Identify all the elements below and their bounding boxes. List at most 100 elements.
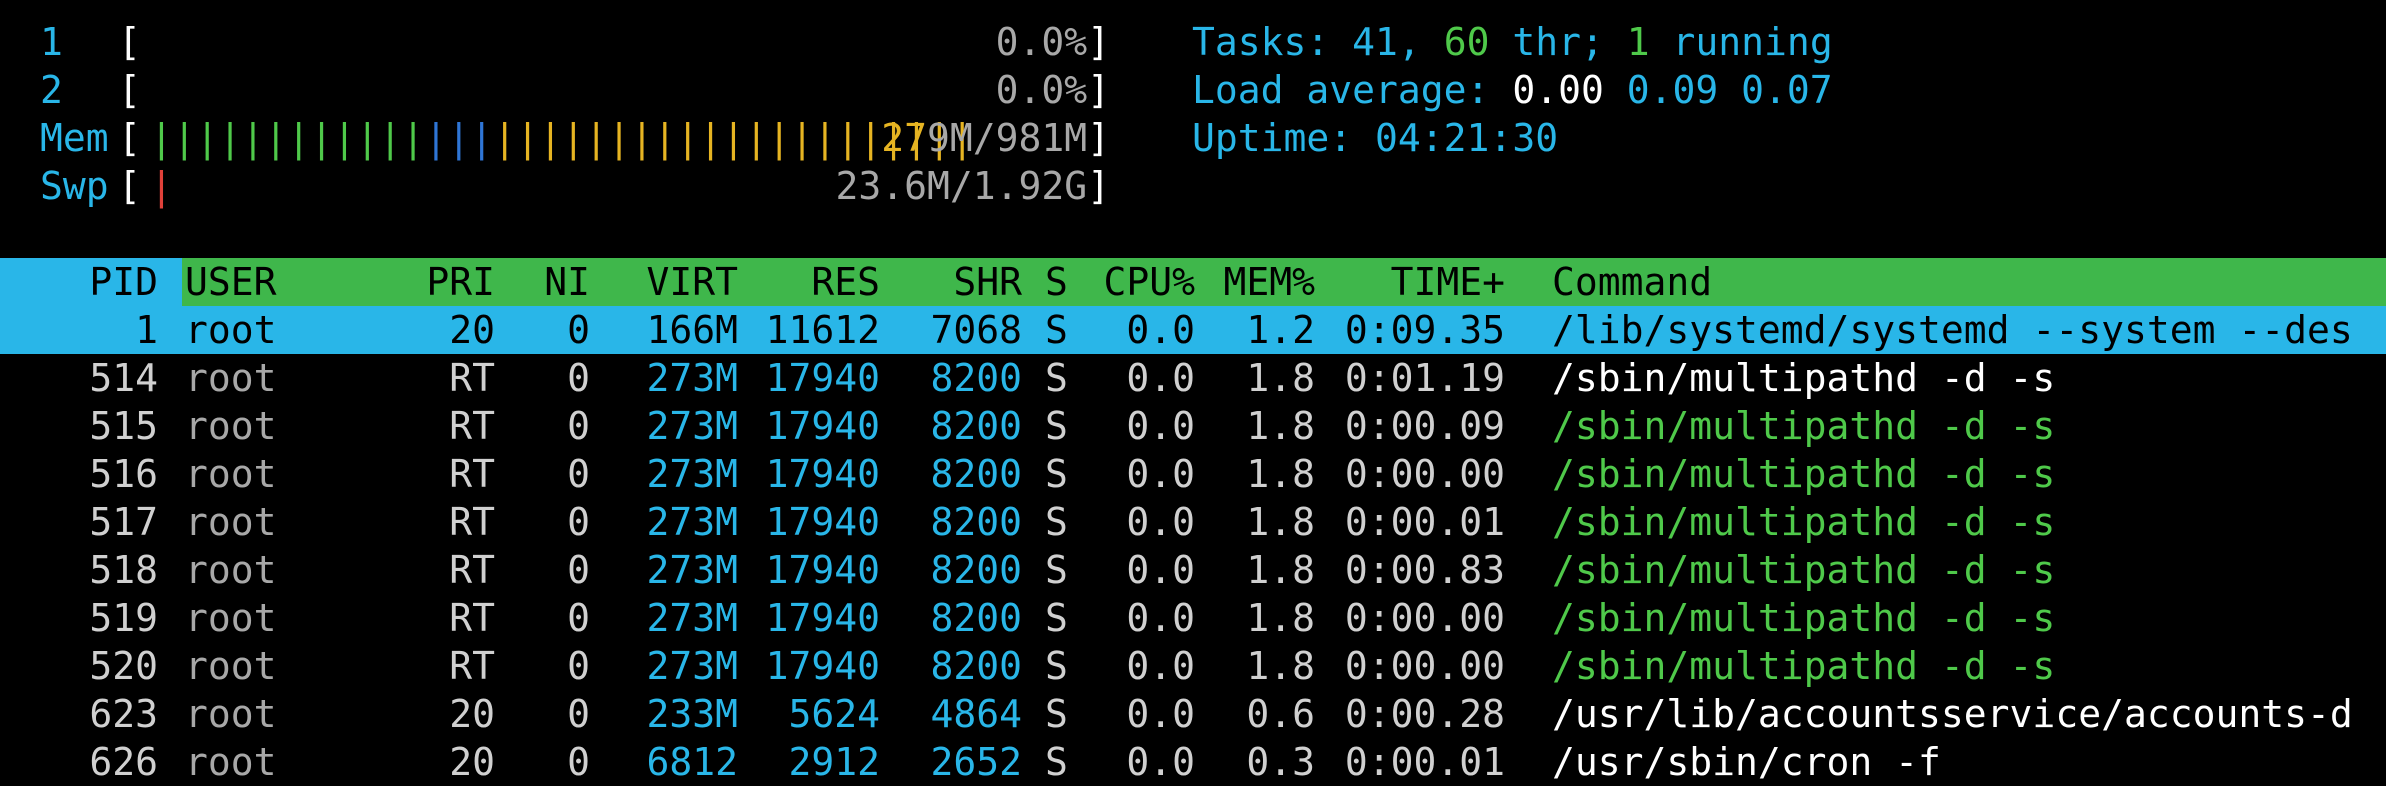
col-command[interactable]: Command: [1552, 258, 1712, 306]
col-ni[interactable]: NI: [500, 258, 590, 306]
row-virt: 273M: [646, 452, 738, 496]
row-res: 17940: [765, 500, 880, 544]
row-shr: 8200: [930, 500, 1022, 544]
row-user: root: [185, 500, 277, 544]
row-cpu: 0.0: [1126, 692, 1195, 736]
cpu2-value: 0.0%]: [995, 68, 1110, 112]
row-res: 17940: [765, 596, 880, 640]
row-shr: 8200: [930, 644, 1022, 688]
row-pid: 515: [89, 404, 158, 448]
row-virt: 6812: [646, 740, 738, 784]
process-row[interactable]: 623 root 20 0 233M 5624 4864 S 0.0 0.6 0…: [0, 690, 2386, 738]
row-time: 0:01.19: [1344, 356, 1505, 400]
process-row[interactable]: 519 root RT 0 273M 17940 8200 S 0.0 1.8 …: [0, 594, 2386, 642]
col-time[interactable]: TIME+: [1320, 258, 1505, 306]
col-state[interactable]: S: [1045, 258, 1068, 306]
row-time: 0:00.01: [1344, 740, 1505, 784]
process-row[interactable]: 626 root 20 0 6812 2912 2652 S 0.0 0.3 0…: [0, 738, 2386, 786]
row-time: 0:00.09: [1344, 404, 1505, 448]
row-pri: RT: [449, 452, 495, 496]
row-shr: 2652: [930, 740, 1022, 784]
row-shr: 4864: [930, 692, 1022, 736]
meter-bracket-open: [: [118, 116, 141, 160]
row-state: S: [1045, 452, 1068, 496]
row-ni: 0: [567, 548, 590, 592]
mem-bars: ||||||||||||||||||||||||||||||||||||: [150, 116, 974, 160]
row-time: 0:00.00: [1344, 596, 1505, 640]
mem-label: Mem: [40, 116, 109, 160]
process-row[interactable]: 516 root RT 0 273M 17940 8200 S 0.0 1.8 …: [0, 450, 2386, 498]
row-shr: 7068: [930, 308, 1022, 352]
col-shr[interactable]: SHR: [880, 258, 1022, 306]
row-time: 0:09.35: [1344, 308, 1505, 352]
row-pri: RT: [449, 596, 495, 640]
row-res: 5624: [788, 692, 880, 736]
row-pri: RT: [449, 644, 495, 688]
process-row[interactable]: 518 root RT 0 273M 17940 8200 S 0.0 1.8 …: [0, 546, 2386, 594]
col-pid[interactable]: PID: [0, 258, 158, 306]
row-pid: 520: [89, 644, 158, 688]
process-row[interactable]: 514 root RT 0 273M 17940 8200 S 0.0 1.8 …: [0, 354, 2386, 402]
col-user[interactable]: USER: [185, 258, 277, 306]
row-cpu: 0.0: [1126, 452, 1195, 496]
process-row-selected[interactable]: 1 root 20 0 166M 11612 7068 S 0.0 1.2 0:…: [0, 306, 2386, 354]
process-row[interactable]: 515 root RT 0 273M 17940 8200 S 0.0 1.8 …: [0, 402, 2386, 450]
row-virt: 166M: [646, 308, 738, 352]
row-user: root: [185, 740, 277, 784]
col-mem[interactable]: MEM%: [1200, 258, 1315, 306]
row-command: /usr/sbin/cron -f: [1552, 740, 1941, 784]
row-res: 17940: [765, 644, 880, 688]
row-command: /lib/systemd/systemd --system --des: [1552, 308, 2353, 352]
row-cpu: 0.0: [1126, 404, 1195, 448]
row-pid: 516: [89, 452, 158, 496]
meter-bracket-open: [: [118, 164, 141, 208]
row-command: /sbin/multipathd -d -s: [1552, 452, 2056, 496]
row-time: 0:00.01: [1344, 500, 1505, 544]
row-virt: 233M: [646, 692, 738, 736]
col-pri[interactable]: PRI: [380, 258, 495, 306]
col-res[interactable]: RES: [740, 258, 880, 306]
col-cpu[interactable]: CPU%: [1085, 258, 1195, 306]
process-table-header: PID USER PRI NI VIRT RES SHR S CPU% MEM%…: [0, 258, 2386, 306]
row-mem: 1.8: [1246, 548, 1315, 592]
row-time: 0:00.00: [1344, 644, 1505, 688]
row-pri: RT: [449, 356, 495, 400]
row-state: S: [1045, 356, 1068, 400]
cpu2-meter: 2 [ 0.0%]: [0, 66, 1110, 114]
row-cpu: 0.0: [1126, 644, 1195, 688]
row-state: S: [1045, 692, 1068, 736]
row-pid: 1: [135, 308, 158, 352]
row-res: 2912: [788, 740, 880, 784]
row-virt: 273M: [646, 404, 738, 448]
row-shr: 8200: [930, 356, 1022, 400]
row-mem: 1.8: [1246, 404, 1315, 448]
mem-meter: Mem [ ||||||||||||||||||||||||||||||||||…: [0, 114, 1110, 162]
row-state: S: [1045, 548, 1068, 592]
mem-value: 279M/981M]: [881, 116, 1110, 160]
process-row[interactable]: 520 root RT 0 273M 17940 8200 S 0.0 1.8 …: [0, 642, 2386, 690]
cpu1-label: 1: [40, 20, 63, 64]
row-pri: RT: [449, 404, 495, 448]
row-user: root: [185, 452, 277, 496]
uptime: Uptime: 04:21:30: [1192, 116, 1559, 160]
row-res: 17940: [765, 404, 880, 448]
row-virt: 273M: [646, 500, 738, 544]
row-ni: 0: [567, 308, 590, 352]
row-virt: 273M: [646, 644, 738, 688]
row-ni: 0: [567, 692, 590, 736]
row-time: 0:00.28: [1344, 692, 1505, 736]
cpu1-value: 0.0%]: [995, 20, 1110, 64]
process-row[interactable]: 517 root RT 0 273M 17940 8200 S 0.0 1.8 …: [0, 498, 2386, 546]
row-user: root: [185, 596, 277, 640]
col-virt[interactable]: VIRT: [600, 258, 738, 306]
row-mem: 0.6: [1246, 692, 1315, 736]
cpu2-label: 2: [40, 68, 63, 112]
row-cpu: 0.0: [1126, 548, 1195, 592]
row-ni: 0: [567, 500, 590, 544]
row-ni: 0: [567, 596, 590, 640]
row-user: root: [185, 308, 277, 352]
row-mem: 1.2: [1246, 308, 1315, 352]
row-user: root: [185, 644, 277, 688]
row-mem: 1.8: [1246, 644, 1315, 688]
row-mem: 1.8: [1246, 500, 1315, 544]
